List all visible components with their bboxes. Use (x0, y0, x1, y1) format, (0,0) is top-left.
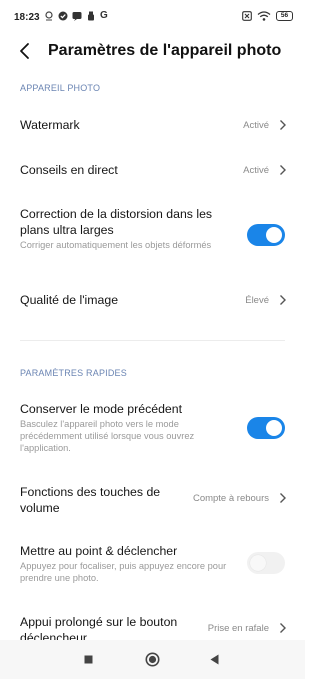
location-pin-icon (45, 11, 53, 21)
home-circle-icon[interactable] (145, 652, 160, 667)
setting-focus-shoot-desc: Appuyez pour focaliser, puis appuyez enc… (20, 561, 227, 583)
keep-mode-toggle[interactable] (247, 417, 285, 439)
setting-watermark[interactable]: Watermark Activé (0, 106, 305, 144)
section-header-camera: APPAREIL PHOTO (20, 83, 101, 93)
battery-icon: 56 (276, 11, 293, 21)
setting-focus-shoot-title: Mettre au point & déclencher (20, 544, 178, 558)
setting-long-press-value: Prise en rafale (207, 623, 269, 634)
setting-volume-keys-value: Compte à rebours (192, 493, 269, 504)
setting-keep-mode: Conserver le mode précédent Basculez l'a… (0, 398, 305, 460)
navigation-bar (0, 640, 305, 679)
chevron-right-icon (280, 623, 286, 633)
toggle-knob (266, 420, 282, 436)
setting-watermark-value: Activé (243, 120, 269, 131)
chevron-right-icon (280, 295, 286, 305)
toggle-knob (266, 227, 282, 243)
setting-image-quality-value: Élevé (245, 295, 269, 306)
header: Paramètres de l'appareil photo (0, 36, 305, 66)
status-left-icons: G (44, 11, 108, 21)
back-arrow-icon[interactable] (14, 40, 36, 62)
status-bar: 18:23 G 56 (0, 0, 305, 36)
back-triangle-icon[interactable] (210, 654, 219, 665)
page-title: Paramètres de l'appareil photo (48, 42, 282, 59)
setting-keep-mode-title: Conserver le mode précédent (20, 402, 182, 416)
status-right-icons: 56 (242, 11, 293, 21)
setting-image-quality-title: Qualité de l'image (20, 293, 119, 307)
message-icon (72, 12, 82, 21)
status-time: 18:23 (14, 12, 40, 23)
setting-watermark-title: Watermark (20, 118, 80, 132)
recents-square-icon[interactable] (84, 655, 93, 664)
chevron-right-icon (280, 120, 286, 130)
setting-distortion-correction: Correction de la distorsion dans les pla… (0, 203, 305, 269)
google-icon: G (100, 10, 108, 21)
setting-image-quality[interactable]: Qualité de l'image Élevé (0, 283, 305, 321)
setting-long-press-title: Appui prolongé sur le bouton déclencheur (20, 615, 178, 642)
setting-focus-shoot: Mettre au point & déclencher Appuyez pou… (0, 540, 305, 592)
no-sim-icon (242, 11, 252, 21)
toggle-knob (250, 555, 266, 571)
setting-volume-keys[interactable]: Fonctions des touches de volume Compte à… (0, 482, 305, 518)
check-circle-icon (58, 11, 68, 21)
setting-live-tips[interactable]: Conseils en direct Activé (0, 152, 305, 190)
setting-live-tips-title: Conseils en direct (20, 163, 118, 177)
chevron-right-icon (280, 493, 286, 503)
section-divider (20, 340, 285, 341)
chevron-right-icon (280, 165, 286, 175)
setting-distortion-desc: Corriger automatiquement les objets défo… (20, 240, 212, 250)
wifi-icon (257, 11, 271, 21)
usb-icon (88, 11, 94, 21)
setting-keep-mode-desc: Basculez l'appareil photo vers le mode p… (20, 419, 195, 453)
setting-distortion-title: Correction de la distorsion dans les pla… (20, 207, 213, 237)
setting-long-press[interactable]: Appui prolongé sur le bouton déclencheur… (0, 612, 305, 642)
section-header-quick: PARAMÈTRES RAPIDES (20, 368, 127, 378)
distortion-toggle[interactable] (247, 224, 285, 246)
setting-volume-keys-title: Fonctions des touches de volume (20, 485, 161, 515)
focus-shoot-toggle[interactable] (247, 552, 285, 574)
setting-live-tips-value: Activé (243, 165, 269, 176)
